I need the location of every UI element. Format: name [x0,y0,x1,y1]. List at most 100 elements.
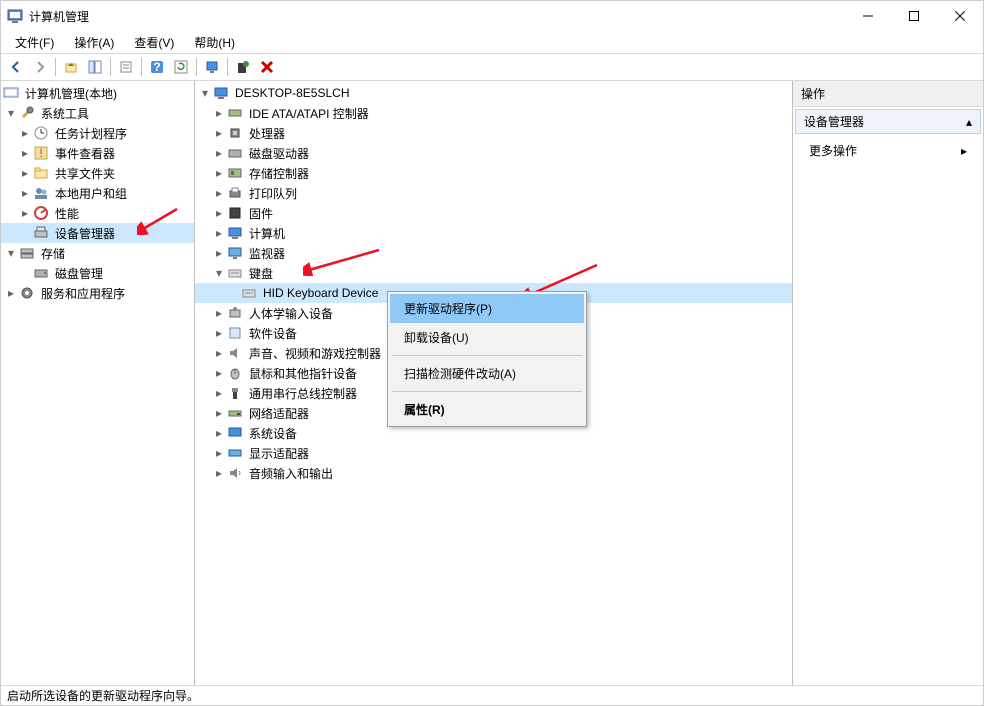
caret-down-icon[interactable]: ▾ [5,107,17,119]
device-computer[interactable]: ▸计算机 [195,223,792,243]
actions-header: 操作 [793,81,983,107]
caret-right-icon[interactable]: ▸ [213,247,225,259]
caret-right-icon[interactable]: ▸ [213,467,225,479]
scan-button[interactable] [232,56,254,78]
cm-properties[interactable]: 属性(R) [390,395,584,424]
hid-icon [227,305,243,321]
keyboard-icon [227,265,243,281]
caret-right-icon[interactable]: ▸ [213,207,225,219]
firmware-icon [227,205,243,221]
device-storage-ctrl[interactable]: ▸存储控制器 [195,163,792,183]
back-button[interactable] [5,56,27,78]
caret-right-icon[interactable]: ▸ [213,327,225,339]
chevron-right-icon: ▸ [961,144,967,158]
toolbar: ? [1,53,983,81]
refresh-button[interactable] [170,56,192,78]
caret-down-icon[interactable]: ▾ [5,247,17,259]
forward-button[interactable] [29,56,51,78]
event-icon: ! [33,145,49,161]
printer-icon [227,185,243,201]
menu-help[interactable]: 帮助(H) [184,32,245,53]
tree-device-manager[interactable]: 设备管理器 [1,223,194,243]
caret-right-icon[interactable]: ▸ [213,367,225,379]
toolbar-separator [227,58,228,76]
device-cpu[interactable]: ▸处理器 [195,123,792,143]
tools-icon [19,105,35,121]
tree-disk-mgmt[interactable]: 磁盘管理 [1,263,194,283]
tree-performance[interactable]: ▸性能 [1,203,194,223]
caret-right-icon[interactable]: ▸ [5,287,17,299]
device-printers[interactable]: ▸打印队列 [195,183,792,203]
caret-right-icon[interactable]: ▸ [19,167,31,179]
ide-icon [227,105,243,121]
actions-panel: 操作 设备管理器 ▴ 更多操作 ▸ [793,81,983,685]
caret-right-icon[interactable]: ▸ [19,127,31,139]
caret-right-icon[interactable]: ▸ [213,347,225,359]
users-icon [33,185,49,201]
software-icon [227,325,243,341]
caret-right-icon[interactable]: ▸ [213,187,225,199]
tree-local-users[interactable]: ▸本地用户和组 [1,183,194,203]
device-keyboard[interactable]: ▾键盘 [195,263,792,283]
menu-view[interactable]: 查看(V) [124,32,184,53]
caret-right-icon[interactable]: ▸ [213,147,225,159]
caret-down-icon[interactable]: ▾ [213,267,225,279]
caret-right-icon[interactable]: ▸ [213,307,225,319]
network-icon [227,405,243,421]
device-audio-io[interactable]: ▸音频输入和输出 [195,463,792,483]
device-display[interactable]: ▸显示适配器 [195,443,792,463]
caret-right-icon[interactable]: ▸ [213,447,225,459]
tree-event-viewer[interactable]: ▸!事件查看器 [1,143,194,163]
minimize-button[interactable] [845,1,891,31]
cm-separator [392,391,582,392]
monitor-button[interactable] [201,56,223,78]
device-manager-icon [33,225,49,241]
tree-system-tools[interactable]: ▾系统工具 [1,103,194,123]
caret-down-icon[interactable]: ▾ [199,87,211,99]
computer-icon [213,85,229,101]
shared-folder-icon [33,165,49,181]
close-button[interactable] [937,1,983,31]
help-button[interactable]: ? [146,56,168,78]
caret-right-icon[interactable]: ▸ [213,167,225,179]
show-hide-button[interactable] [84,56,106,78]
device-root[interactable]: ▾DESKTOP-8E5SLCH [195,83,792,103]
device-firmware[interactable]: ▸固件 [195,203,792,223]
caret-right-icon[interactable]: ▸ [19,187,31,199]
device-monitor[interactable]: ▸监视器 [195,243,792,263]
svg-text:?: ? [153,60,160,74]
caret-right-icon[interactable]: ▸ [19,147,31,159]
caret-right-icon[interactable]: ▸ [19,207,31,219]
tree-storage[interactable]: ▾存储 [1,243,194,263]
tree-shared-folders[interactable]: ▸共享文件夹 [1,163,194,183]
properties-button[interactable] [115,56,137,78]
tree-root-computer-mgmt[interactable]: 计算机管理(本地) [1,83,194,103]
computer-mgmt-icon [3,85,19,101]
tree-task-scheduler[interactable]: ▸任务计划程序 [1,123,194,143]
title-bar: 计算机管理 [1,1,983,31]
clock-icon [33,125,49,141]
caret-right-icon[interactable]: ▸ [213,427,225,439]
pc-icon [227,225,243,241]
actions-section-device-mgr[interactable]: 设备管理器 ▴ [795,109,981,134]
tree-services-apps[interactable]: ▸服务和应用程序 [1,283,194,303]
delete-button[interactable] [256,56,278,78]
caret-right-icon[interactable]: ▸ [213,127,225,139]
up-level-button[interactable] [60,56,82,78]
caret-right-icon[interactable]: ▸ [213,407,225,419]
caret-right-icon[interactable]: ▸ [213,387,225,399]
caret-right-icon[interactable]: ▸ [213,227,225,239]
actions-more[interactable]: 更多操作 ▸ [793,136,983,165]
toolbar-separator [55,58,56,76]
maximize-button[interactable] [891,1,937,31]
cm-uninstall[interactable]: 卸载设备(U) [390,323,584,352]
cm-update-driver[interactable]: 更新驱动程序(P) [390,294,584,323]
storage-ctrl-icon [227,165,243,181]
performance-icon [33,205,49,221]
device-ide[interactable]: ▸IDE ATA/ATAPI 控制器 [195,103,792,123]
caret-right-icon[interactable]: ▸ [213,107,225,119]
menu-action[interactable]: 操作(A) [64,32,124,53]
menu-file[interactable]: 文件(F) [5,32,64,53]
device-disk[interactable]: ▸磁盘驱动器 [195,143,792,163]
cm-scan[interactable]: 扫描检测硬件改动(A) [390,359,584,388]
